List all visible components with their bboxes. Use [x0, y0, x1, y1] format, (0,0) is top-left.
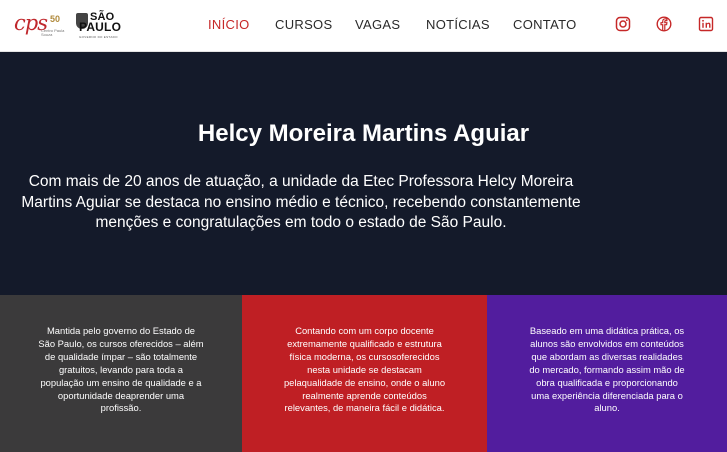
feature-text: Mantida pelo governo do Estado de São Pa… — [38, 325, 204, 414]
hero-title: Helcy Moreira Martins Aguiar — [197, 120, 530, 147]
hero-section: Helcy Moreira Martins Aguiar Com mais de… — [0, 52, 727, 295]
feature-text: Contando com um corpo docente extremamen… — [283, 325, 446, 414]
facebook-icon[interactable] — [656, 16, 672, 32]
nav-cursos[interactable]: CURSOS — [275, 17, 332, 32]
feature-qualified-staff: Contando com um corpo docente extremamen… — [242, 295, 487, 452]
nav-vagas[interactable]: VAGAS — [355, 17, 400, 32]
sao-paulo-logo[interactable]: SÃO PAULO GOVERNO DO ESTADO — [76, 11, 122, 39]
nav-contato[interactable]: CONTATO — [513, 17, 577, 32]
nav-noticias[interactable]: NOTÍCIAS — [426, 17, 490, 32]
sao-paulo-logo-line2: PAULO — [79, 20, 122, 34]
cps-logo-subtitle: Centro Paula Souza — [41, 28, 65, 37]
sao-paulo-logo-tagline: GOVERNO DO ESTADO — [79, 35, 118, 39]
nav-inicio[interactable]: INÍCIO — [208, 17, 250, 32]
features-section: Mantida pelo governo do Estado de São Pa… — [0, 295, 727, 452]
linkedin-icon[interactable] — [698, 16, 714, 32]
hero-description: Com mais de 20 anos de atuação, a unidad… — [21, 173, 581, 231]
feature-free-education: Mantida pelo governo do Estado de São Pa… — [0, 295, 242, 452]
cps-logo-anniversary: 50 — [50, 14, 61, 24]
feature-practical-teaching: Baseado em uma didática prática, os alun… — [487, 295, 727, 452]
cps-logo[interactable]: cps 50 Centro Paula Souza — [14, 11, 66, 38]
site-header: cps 50 Centro Paula Souza SÃO PAULO GOVE… — [0, 0, 727, 52]
feature-text: Baseado em uma didática prática, os alun… — [529, 325, 685, 414]
instagram-icon[interactable] — [615, 16, 631, 32]
